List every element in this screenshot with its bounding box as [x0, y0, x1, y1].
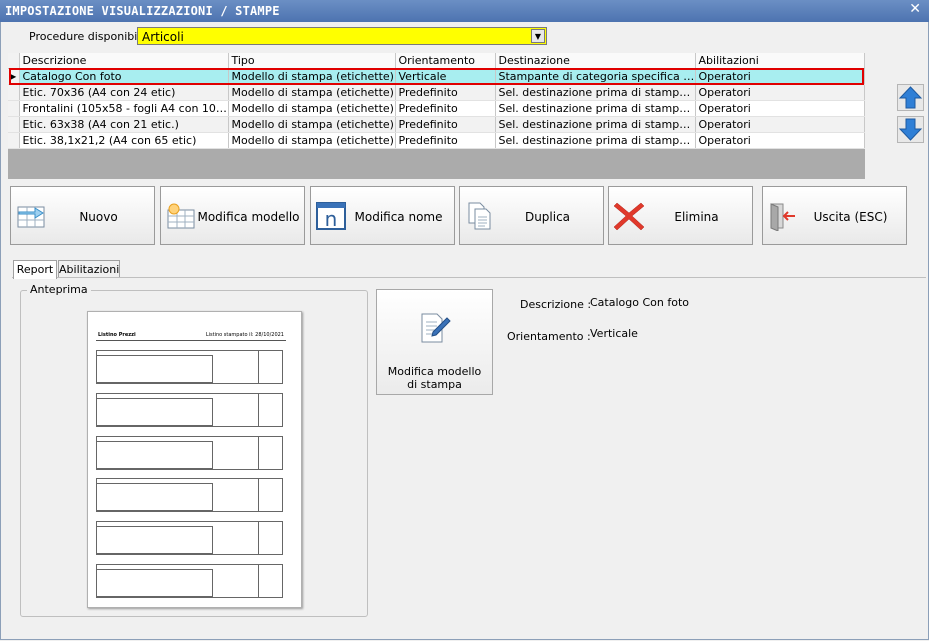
table-row[interactable]: Frontalini (105x58 - fogli A4 con 10 eti… — [8, 100, 865, 117]
table-cell[interactable]: Modello di stampa (etichette) — [228, 100, 396, 117]
row-header-corner — [8, 53, 20, 69]
table-cell[interactable]: Frontalini (105x58 - fogli A4 con 10 eti… — [19, 100, 229, 117]
table-cell[interactable]: Operatori — [695, 116, 865, 133]
rename-icon: n — [316, 202, 346, 231]
row-header — [8, 100, 20, 117]
edit-document-icon — [421, 313, 451, 343]
descrizione-label: Descrizione : — [520, 298, 592, 311]
edit-model-button[interactable]: Modifica modello — [160, 186, 305, 245]
edit-print-model-button[interactable]: Modifica modello di stampa — [376, 289, 493, 395]
row-header — [8, 132, 20, 149]
row-header — [8, 116, 20, 133]
duplicate-button[interactable]: Duplica — [459, 186, 604, 245]
procedure-label: Procedure disponibili : — [29, 30, 151, 43]
grid-header: Descrizione Tipo Orientamento Destinazio… — [8, 53, 865, 69]
column-header-abilitazioni[interactable]: Abilitazioni — [695, 53, 865, 69]
duplicate-button-label: Duplica — [524, 210, 571, 224]
table-cell[interactable]: Modello di stampa (etichette) — [228, 132, 396, 149]
new-button[interactable]: Nuovo — [10, 186, 155, 245]
edit-print-model-label: Modifica modello di stampa — [387, 365, 482, 391]
table-cell[interactable]: Operatori — [695, 100, 865, 117]
preview-header-date: Listino stampato il: 28/10/2021 — [205, 332, 284, 338]
tab-report[interactable]: Report — [13, 260, 57, 279]
table-cell[interactable]: Sel. destinazione prima di stampare — [495, 116, 696, 133]
table-cell[interactable]: Predefinito — [395, 116, 496, 133]
table-cell[interactable]: Operatori — [695, 84, 865, 101]
delete-button-label: Elimina — [674, 210, 719, 224]
title-bar: IMPOSTAZIONE VISUALIZZAZIONI / STAMPE ✕ — [0, 0, 929, 22]
table-row[interactable]: Etic. 63x38 (A4 con 21 etic.) Modello di… — [8, 116, 865, 133]
chevron-down-icon[interactable]: ▼ — [531, 29, 545, 43]
preview-label-box — [96, 436, 283, 470]
print-preview-page: Listino Prezzi Listino stampato il: 28/1… — [87, 311, 302, 608]
table-cell[interactable]: Sel. destinazione prima di stampare — [495, 84, 696, 101]
edit-model-button-label: Modifica modello — [197, 210, 300, 224]
column-header-tipo[interactable]: Tipo — [228, 53, 396, 69]
procedure-select[interactable]: Articoli ▼ — [137, 27, 547, 45]
preview-label-box — [96, 521, 283, 555]
column-header-destinazione[interactable]: Destinazione — [495, 53, 696, 69]
procedure-value: Articoli — [142, 30, 184, 44]
row-header — [8, 84, 20, 101]
move-down-button[interactable] — [897, 116, 924, 143]
table-cell[interactable]: Modello di stampa (etichette) — [228, 116, 396, 133]
selected-row-highlight — [9, 68, 864, 85]
delete-button[interactable]: Elimina — [608, 186, 753, 245]
table-cell[interactable]: Modello di stampa (etichette) — [228, 84, 396, 101]
table-row[interactable]: Etic. 70x36 (A4 con 24 etic) Modello di … — [8, 84, 865, 101]
window-title: IMPOSTAZIONE VISUALIZZAZIONI / STAMPE — [5, 4, 280, 18]
orientamento-value: Verticale — [590, 327, 638, 340]
new-table-icon — [17, 206, 45, 228]
preview-header: Listino Prezzi Listino stampato il: 28/1… — [96, 332, 286, 341]
table-cell[interactable]: Sel. destinazione prima di stampare — [495, 132, 696, 149]
arrow-up-icon — [898, 86, 923, 109]
table-cell[interactable]: Predefinito — [395, 84, 496, 101]
table-cell[interactable]: Predefinito — [395, 132, 496, 149]
orientamento-label: Orientamento : — [507, 330, 591, 343]
preview-label-box — [96, 393, 283, 427]
preview-label-box — [96, 350, 283, 384]
new-button-label: Nuovo — [79, 210, 118, 224]
svg-text:n: n — [325, 207, 338, 231]
exit-button-label: Uscita (ESC) — [813, 210, 888, 224]
exit-button[interactable]: Uscita (ESC) — [762, 186, 907, 245]
close-icon[interactable]: ✕ — [909, 1, 921, 17]
preview-label-box — [96, 564, 283, 598]
preview-header-title: Listino Prezzi — [98, 332, 136, 338]
column-header-descrizione[interactable]: Descrizione — [19, 53, 229, 69]
table-cell[interactable]: Etic. 70x36 (A4 con 24 etic) — [19, 84, 229, 101]
edit-name-button[interactable]: n Modifica nome — [310, 186, 455, 245]
table-cell[interactable]: Predefinito — [395, 100, 496, 117]
move-up-button[interactable] — [897, 84, 924, 111]
column-header-orientamento[interactable]: Orientamento — [395, 53, 496, 69]
arrow-down-icon — [898, 118, 923, 141]
tab-abilitazioni[interactable]: Abilitazioni — [58, 260, 120, 278]
table-row[interactable]: Etic. 38,1x21,2 (A4 con 65 etic) Modello… — [8, 132, 865, 149]
edit-name-button-label: Modifica nome — [354, 210, 443, 224]
edit-table-icon — [167, 203, 195, 229]
table-cell[interactable]: Etic. 63x38 (A4 con 21 etic.) — [19, 116, 229, 133]
table-cell[interactable]: Etic. 38,1x21,2 (A4 con 65 etic) — [19, 132, 229, 149]
table-cell[interactable]: Operatori — [695, 132, 865, 149]
duplicate-icon — [468, 202, 491, 230]
preview-legend: Anteprima — [27, 283, 91, 296]
delete-x-icon — [613, 202, 645, 231]
table-cell[interactable]: Sel. destinazione prima di stampare — [495, 100, 696, 117]
exit-door-icon — [770, 203, 795, 231]
tab-divider — [12, 277, 926, 278]
preview-label-box — [96, 478, 283, 512]
descrizione-value: Catalogo Con foto — [590, 296, 689, 309]
